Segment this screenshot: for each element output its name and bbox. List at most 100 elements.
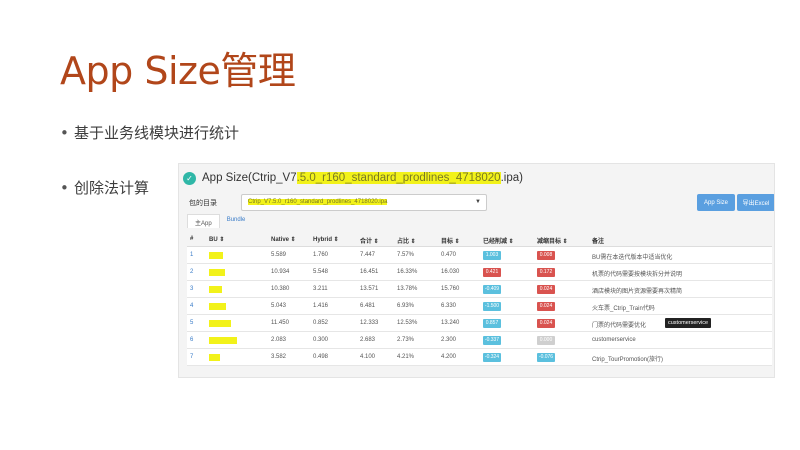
cell-idx[interactable]: 3: [190, 286, 193, 292]
cell-target: 4.200: [441, 354, 457, 360]
cell-pct: 2.73%: [397, 337, 415, 343]
reduction-target-badge: -0.076: [537, 353, 555, 362]
cell-target: 6.330: [441, 303, 457, 309]
cell-idx[interactable]: 7: [190, 354, 193, 360]
cell-hybrid: 0.852: [313, 320, 329, 326]
reduced-badge: -0.337: [483, 336, 501, 345]
reduction-target-badge: 0.024: [537, 319, 555, 328]
table-header-row: # BU ⇕ Native ⇕ Hybrid ⇕ 合计 ⇕ 占比 ⇕ 目标 ⇕ …: [187, 231, 772, 247]
table-row: 6 2.083 0.300 2.683 2.73% 2.300 -0.337 0.000 cus…: [187, 332, 772, 349]
bu-redacted-mark: [209, 320, 231, 327]
cell-pct: 13.78%: [397, 286, 418, 292]
table-row: 2 10.934 5.548 16.451 16.33% 16.030 0.421 0.172…: [187, 264, 772, 281]
table-row: 3 10.380 3.211 13.571 13.78% 15.760 -0.409 0.02…: [187, 281, 772, 298]
cell-native: 5.043: [271, 303, 287, 309]
bu-redacted-mark: [209, 269, 225, 276]
cell-native: 3.582: [271, 354, 287, 360]
package-dir-label: 包的目录: [189, 200, 217, 207]
cell-total: 2.683: [360, 337, 376, 343]
column-header[interactable]: 减缩目标 ⇕: [537, 236, 568, 245]
bu-redacted-mark: [209, 337, 237, 344]
cell-native: 11.450: [271, 320, 289, 326]
cell-note: 火车票_Ctrip_Train代码: [592, 306, 655, 312]
cell-native: 5.589: [271, 252, 287, 258]
cell-pct: 6.93%: [397, 303, 415, 309]
cell-pct: 7.57%: [397, 252, 415, 258]
size-table: # BU ⇕ Native ⇕ Hybrid ⇕ 合计 ⇕ 占比 ⇕ 目标 ⇕ …: [187, 231, 772, 366]
bullet-dot-icon: •: [60, 179, 69, 197]
app-title-prefix: App Size(Ctrip_V7: [202, 172, 297, 184]
app-title-suffix: .ipa): [500, 172, 523, 184]
reduction-target-badge: 0.008: [537, 251, 555, 260]
bu-redacted-mark: [209, 252, 223, 259]
reduced-badge: 0.857: [483, 319, 501, 328]
column-header[interactable]: BU ⇕: [209, 236, 224, 243]
cell-note: customerservice: [592, 337, 636, 343]
reduced-badge: -0.409: [483, 285, 501, 294]
app-size-button-label: App Size: [703, 199, 728, 206]
column-header[interactable]: Hybrid ⇕: [313, 236, 339, 243]
bullet-text: 基于业务线模块进行统计: [74, 124, 240, 142]
cell-idx[interactable]: 5: [190, 320, 193, 326]
cell-target: 16.030: [441, 269, 460, 275]
cell-note: 酒店模块的图片资源需要再次精简: [592, 289, 683, 295]
package-select[interactable]: Ctrip_V7.5.0_r160_standard_prodlines_471…: [241, 194, 487, 211]
tooltip: customerservice: [665, 318, 712, 328]
cell-native: 10.380: [271, 286, 290, 292]
cell-note: BU需在本迭代版本中适当优化: [592, 255, 673, 261]
screenshot-header: ✓ App Size(Ctrip_V7.5.0_r160_standard_pr…: [183, 168, 523, 188]
tab-bar: 主App Bundle: [187, 214, 252, 228]
bu-redacted-mark: [209, 354, 220, 361]
cell-note: Ctrip_TourPromotion(旅行): [592, 357, 664, 363]
cell-idx[interactable]: 4: [190, 303, 193, 309]
cell-pct: 16.33%: [397, 269, 418, 275]
tab-bundle[interactable]: Bundle: [220, 214, 253, 228]
app-size-button[interactable]: App Size: [697, 194, 735, 211]
bullet-item: • 基于业务线模块进行统计: [60, 122, 239, 143]
bullet-item: • 创除法计算: [60, 177, 149, 198]
cell-idx[interactable]: 2: [190, 269, 193, 275]
cell-total: 4.100: [360, 354, 376, 360]
bu-redacted-mark: [209, 303, 226, 310]
cell-total: 6.481: [360, 303, 376, 309]
cell-hybrid: 5.548: [313, 269, 329, 275]
reduced-badge: 0.421: [483, 268, 501, 277]
export-excel-button[interactable]: 导出Excel: [737, 194, 774, 211]
cell-target: 0.470: [441, 252, 457, 258]
bullet-dot-icon: •: [60, 124, 69, 142]
column-header[interactable]: Native ⇕: [271, 236, 296, 243]
reduced-badge: -0.324: [483, 353, 501, 362]
cell-idx[interactable]: 6: [190, 337, 193, 343]
reduction-target-badge: 0.024: [537, 285, 555, 294]
reduced-badge: -1.500: [483, 302, 501, 311]
package-select-value: Ctrip_V7.5.0_r160_standard_prodlines_471…: [248, 199, 388, 205]
column-header[interactable]: #: [190, 236, 193, 242]
slide-title: App Size管理: [60, 49, 296, 93]
bullet-text: 创除法计算: [74, 179, 150, 197]
cell-total: 13.571: [360, 286, 379, 292]
app-size-screenshot: ✓ App Size(Ctrip_V7.5.0_r160_standard_pr…: [178, 163, 775, 378]
column-header[interactable]: 目标 ⇕: [441, 236, 460, 245]
chevron-down-icon: ▼: [475, 199, 481, 205]
app-size-title: App Size(Ctrip_V7.5.0_r160_standard_prod…: [202, 172, 523, 184]
cell-target: 15.760: [441, 286, 460, 292]
cell-total: 12.333: [360, 320, 379, 326]
cell-total: 16.451: [360, 269, 379, 275]
reduction-target-badge: 0.000: [537, 336, 555, 345]
cell-hybrid: 0.498: [313, 354, 329, 360]
table-row: 5 11.450 0.852 12.333 12.53% 13.240 0.857 0.024…: [187, 315, 772, 332]
column-header[interactable]: 占比 ⇕: [397, 236, 416, 245]
cell-idx[interactable]: 1: [190, 252, 193, 258]
column-header[interactable]: 合计 ⇕: [360, 236, 379, 245]
filter-row: 包的目录 Ctrip_V7.5.0_r160_standard_prodline…: [189, 194, 774, 212]
app-logo-icon: ✓: [183, 171, 196, 185]
cell-native: 10.934: [271, 269, 290, 275]
cell-total: 7.447: [360, 252, 376, 258]
cell-note: 门票的代码需要优化: [592, 323, 647, 329]
tab-main-app[interactable]: 主App: [187, 214, 220, 228]
export-excel-button-label: 导出Excel: [742, 201, 770, 207]
cell-hybrid: 0.300: [313, 337, 329, 343]
cell-hybrid: 1.760: [313, 252, 329, 258]
cell-native: 2.083: [271, 337, 287, 343]
column-header[interactable]: 已经削减 ⇕: [483, 236, 514, 245]
